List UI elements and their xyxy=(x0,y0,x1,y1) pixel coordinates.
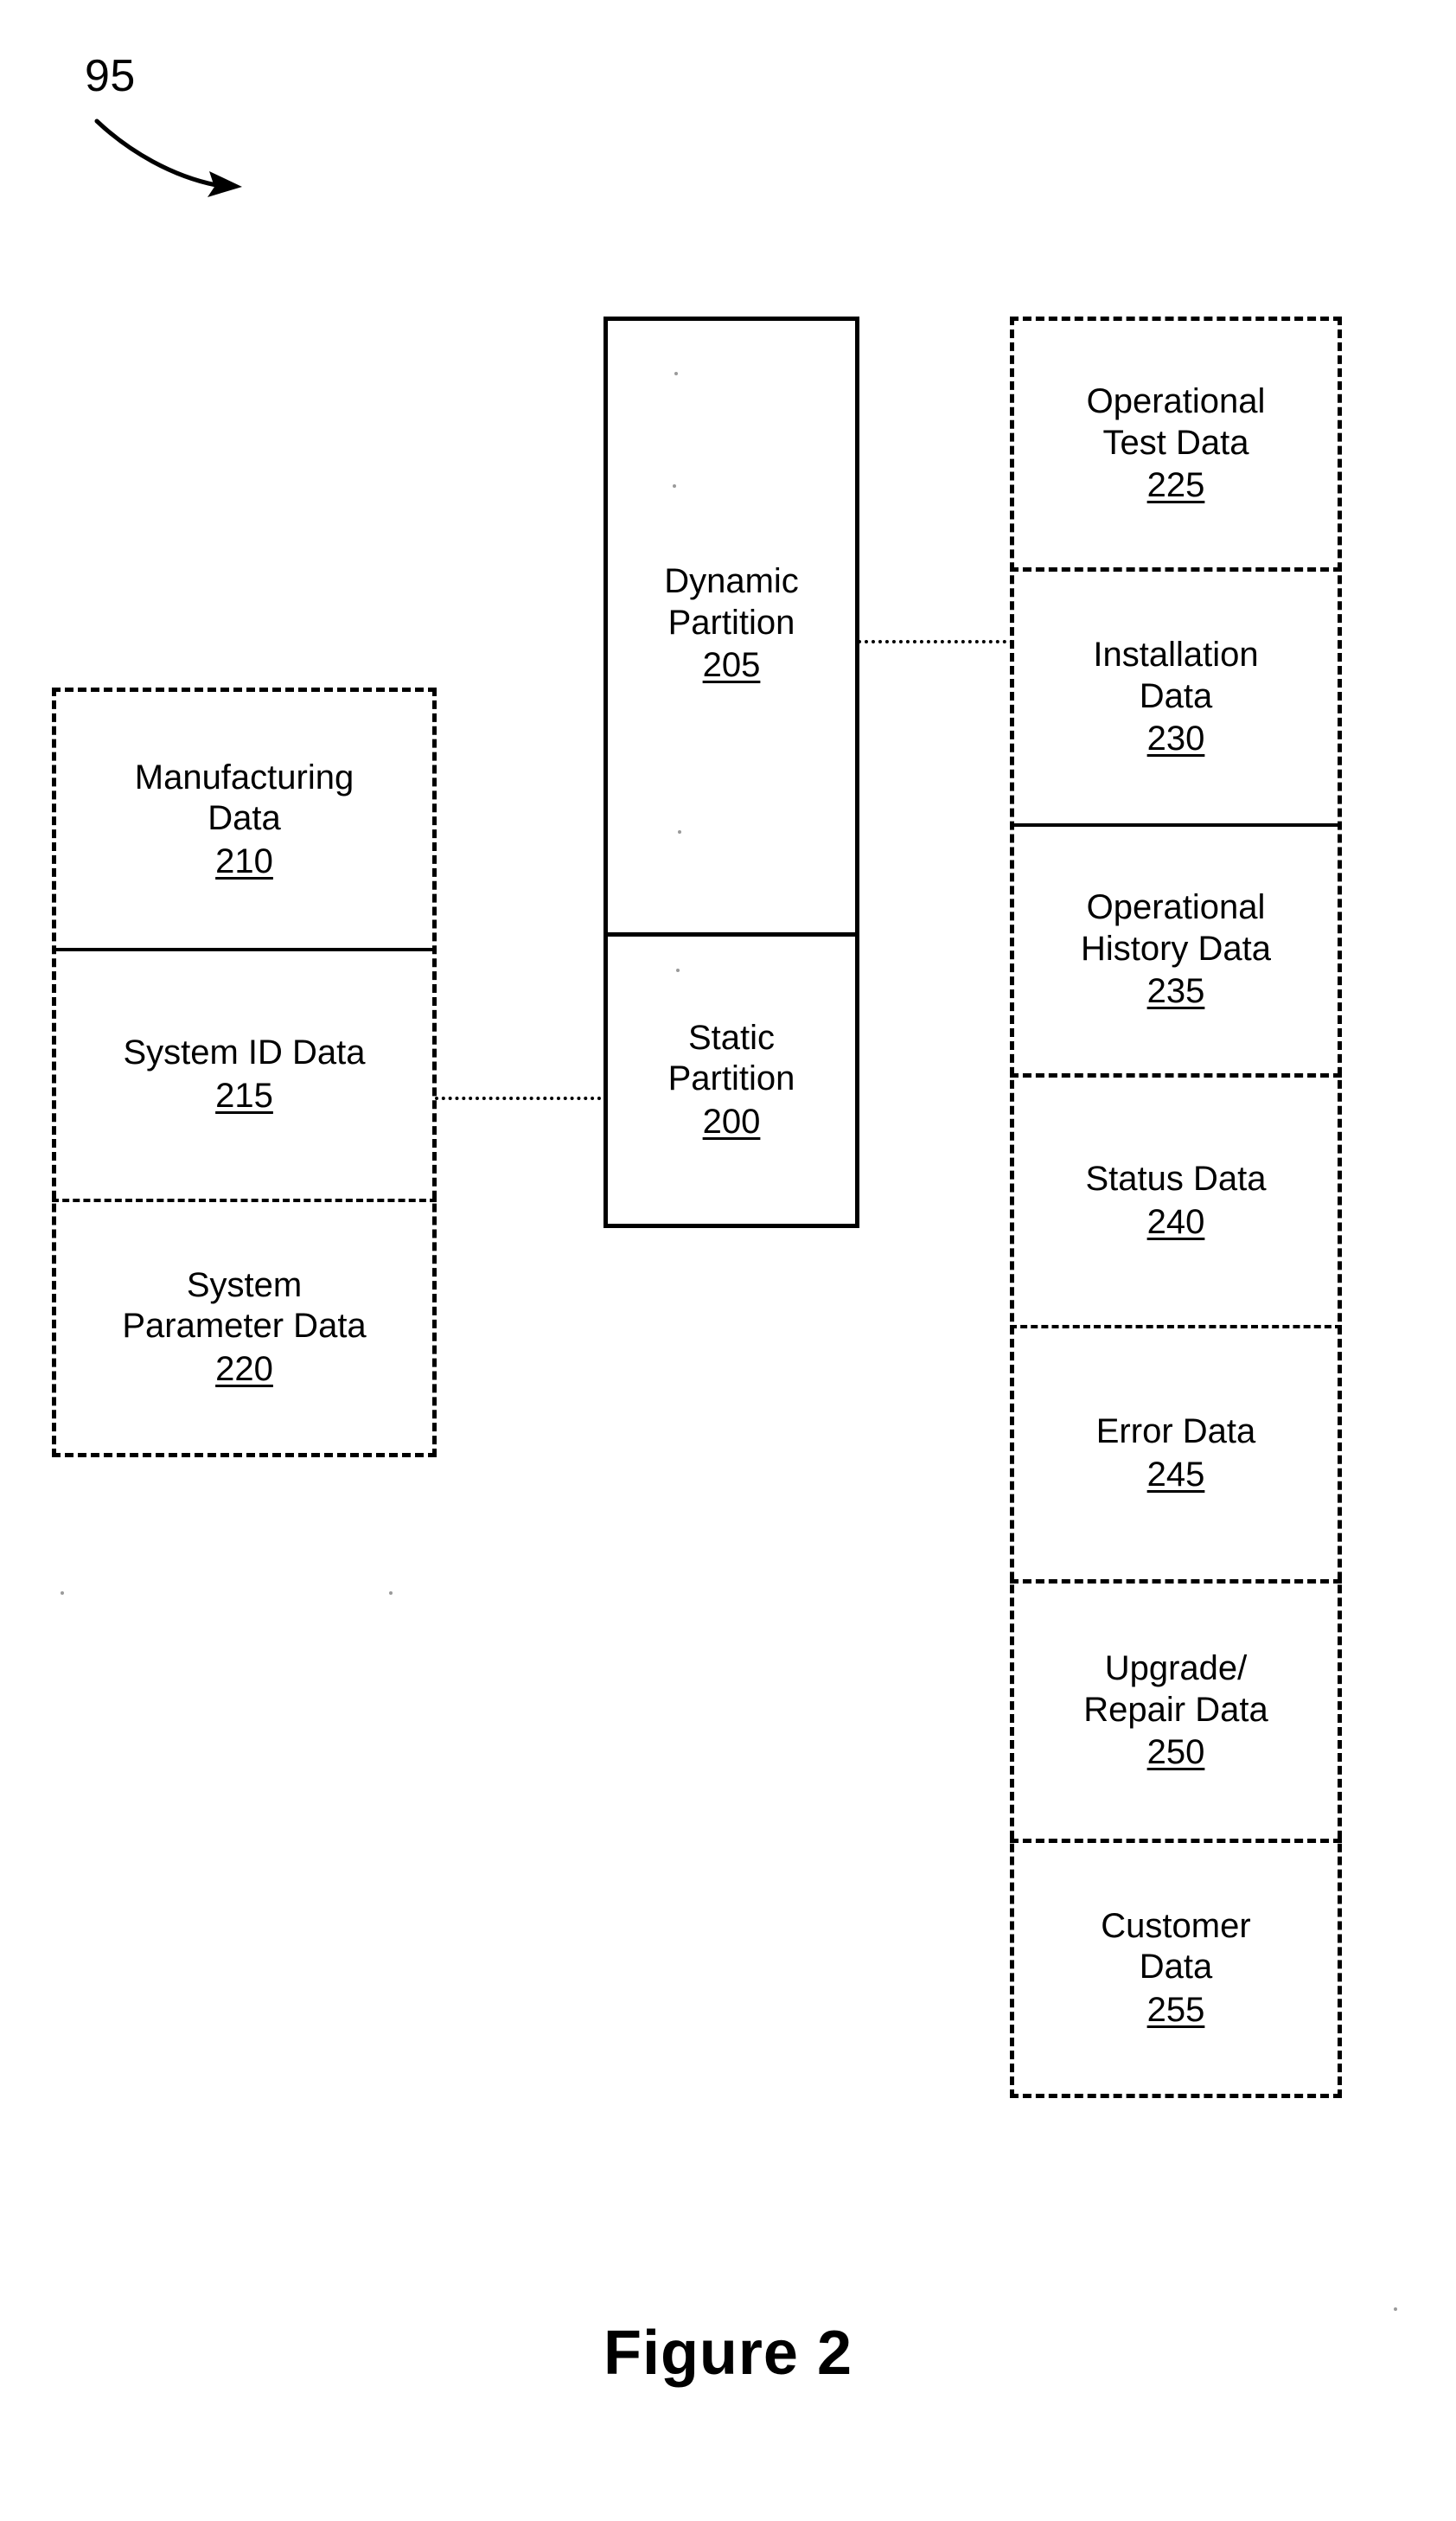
partition-stack: Dynamic Partition 205 Static Partition 2… xyxy=(603,317,859,1228)
system-parameter-data-label: System Parameter Data xyxy=(122,1265,367,1346)
error-data-label: Error Data xyxy=(1095,1412,1256,1451)
error-data-box: Error Data 245 xyxy=(1010,1328,1342,1584)
upgrade-repair-data-number: 250 xyxy=(1146,1733,1205,1772)
connector-static-data-to-static-partition xyxy=(435,1097,608,1100)
upgrade-repair-data-box: Upgrade/ Repair Data 250 xyxy=(1010,1584,1342,1843)
reference-numeral-95: 95 xyxy=(85,51,136,101)
manufacturing-data-label: Manufacturing Data xyxy=(134,758,354,838)
dynamic-partition-box: Dynamic Partition 205 xyxy=(608,321,855,937)
customer-data-number: 255 xyxy=(1146,1990,1205,2029)
system-parameter-data-box: System Parameter Data 220 xyxy=(52,1202,437,1453)
dynamic-partition-number: 205 xyxy=(702,646,761,685)
scan-speck xyxy=(389,1591,393,1595)
installation-data-label: Installation Data xyxy=(1093,636,1259,715)
operational-history-data-label: Operational History Data xyxy=(1080,888,1272,968)
manufacturing-data-number: 210 xyxy=(215,841,273,880)
error-data-number: 245 xyxy=(1146,1456,1205,1494)
scan-speck xyxy=(673,484,676,488)
static-partition-label: Static Partition xyxy=(667,1018,795,1098)
static-partition-box: Static Partition 200 xyxy=(608,937,855,1224)
system-id-data-number: 215 xyxy=(215,1077,273,1115)
upgrade-repair-data-label: Upgrade/ Repair Data xyxy=(1083,1649,1268,1729)
customer-data-box: Customer Data 255 xyxy=(1010,1843,1342,2094)
installation-data-box: Installation Data 230 xyxy=(1010,572,1342,827)
operational-history-data-number: 235 xyxy=(1146,972,1205,1011)
customer-data-label: Customer Data xyxy=(1101,1906,1251,1987)
operational-test-data-number: 225 xyxy=(1146,466,1205,505)
scan-speck xyxy=(1394,2307,1397,2311)
scan-speck xyxy=(678,830,681,834)
system-id-data-box: System ID Data 215 xyxy=(52,951,437,1202)
operational-history-data-box: Operational History Data 235 xyxy=(1010,827,1342,1078)
figure-caption: Figure 2 xyxy=(603,2319,853,2388)
dynamic-partition-data-group: Operational Test Data 225 Installation D… xyxy=(1010,317,1342,2098)
static-partition-data-group: Manufacturing Data 210 System ID Data 21… xyxy=(52,688,437,1457)
dynamic-partition-label: Dynamic Partition xyxy=(664,562,799,642)
curved-arrow-icon xyxy=(94,118,242,197)
connector-dynamic-partition-to-dynamic-data xyxy=(858,640,1013,643)
operational-test-data-label: Operational Test Data xyxy=(1086,382,1266,462)
system-parameter-data-number: 220 xyxy=(215,1349,273,1388)
static-partition-number: 200 xyxy=(702,1102,761,1141)
scan-speck xyxy=(674,372,678,375)
manufacturing-data-box: Manufacturing Data 210 xyxy=(52,692,437,951)
scan-speck xyxy=(676,969,680,972)
operational-test-data-box: Operational Test Data 225 xyxy=(1010,321,1342,572)
scan-speck xyxy=(61,1591,64,1595)
status-data-label: Status Data xyxy=(1085,1160,1267,1199)
status-data-box: Status Data 240 xyxy=(1010,1078,1342,1328)
system-id-data-label: System ID Data xyxy=(123,1033,366,1072)
patent-figure-page: 95 Dynamic Partition 205 Static Partitio… xyxy=(0,0,1456,2521)
status-data-number: 240 xyxy=(1146,1203,1205,1241)
installation-data-number: 230 xyxy=(1146,720,1205,758)
